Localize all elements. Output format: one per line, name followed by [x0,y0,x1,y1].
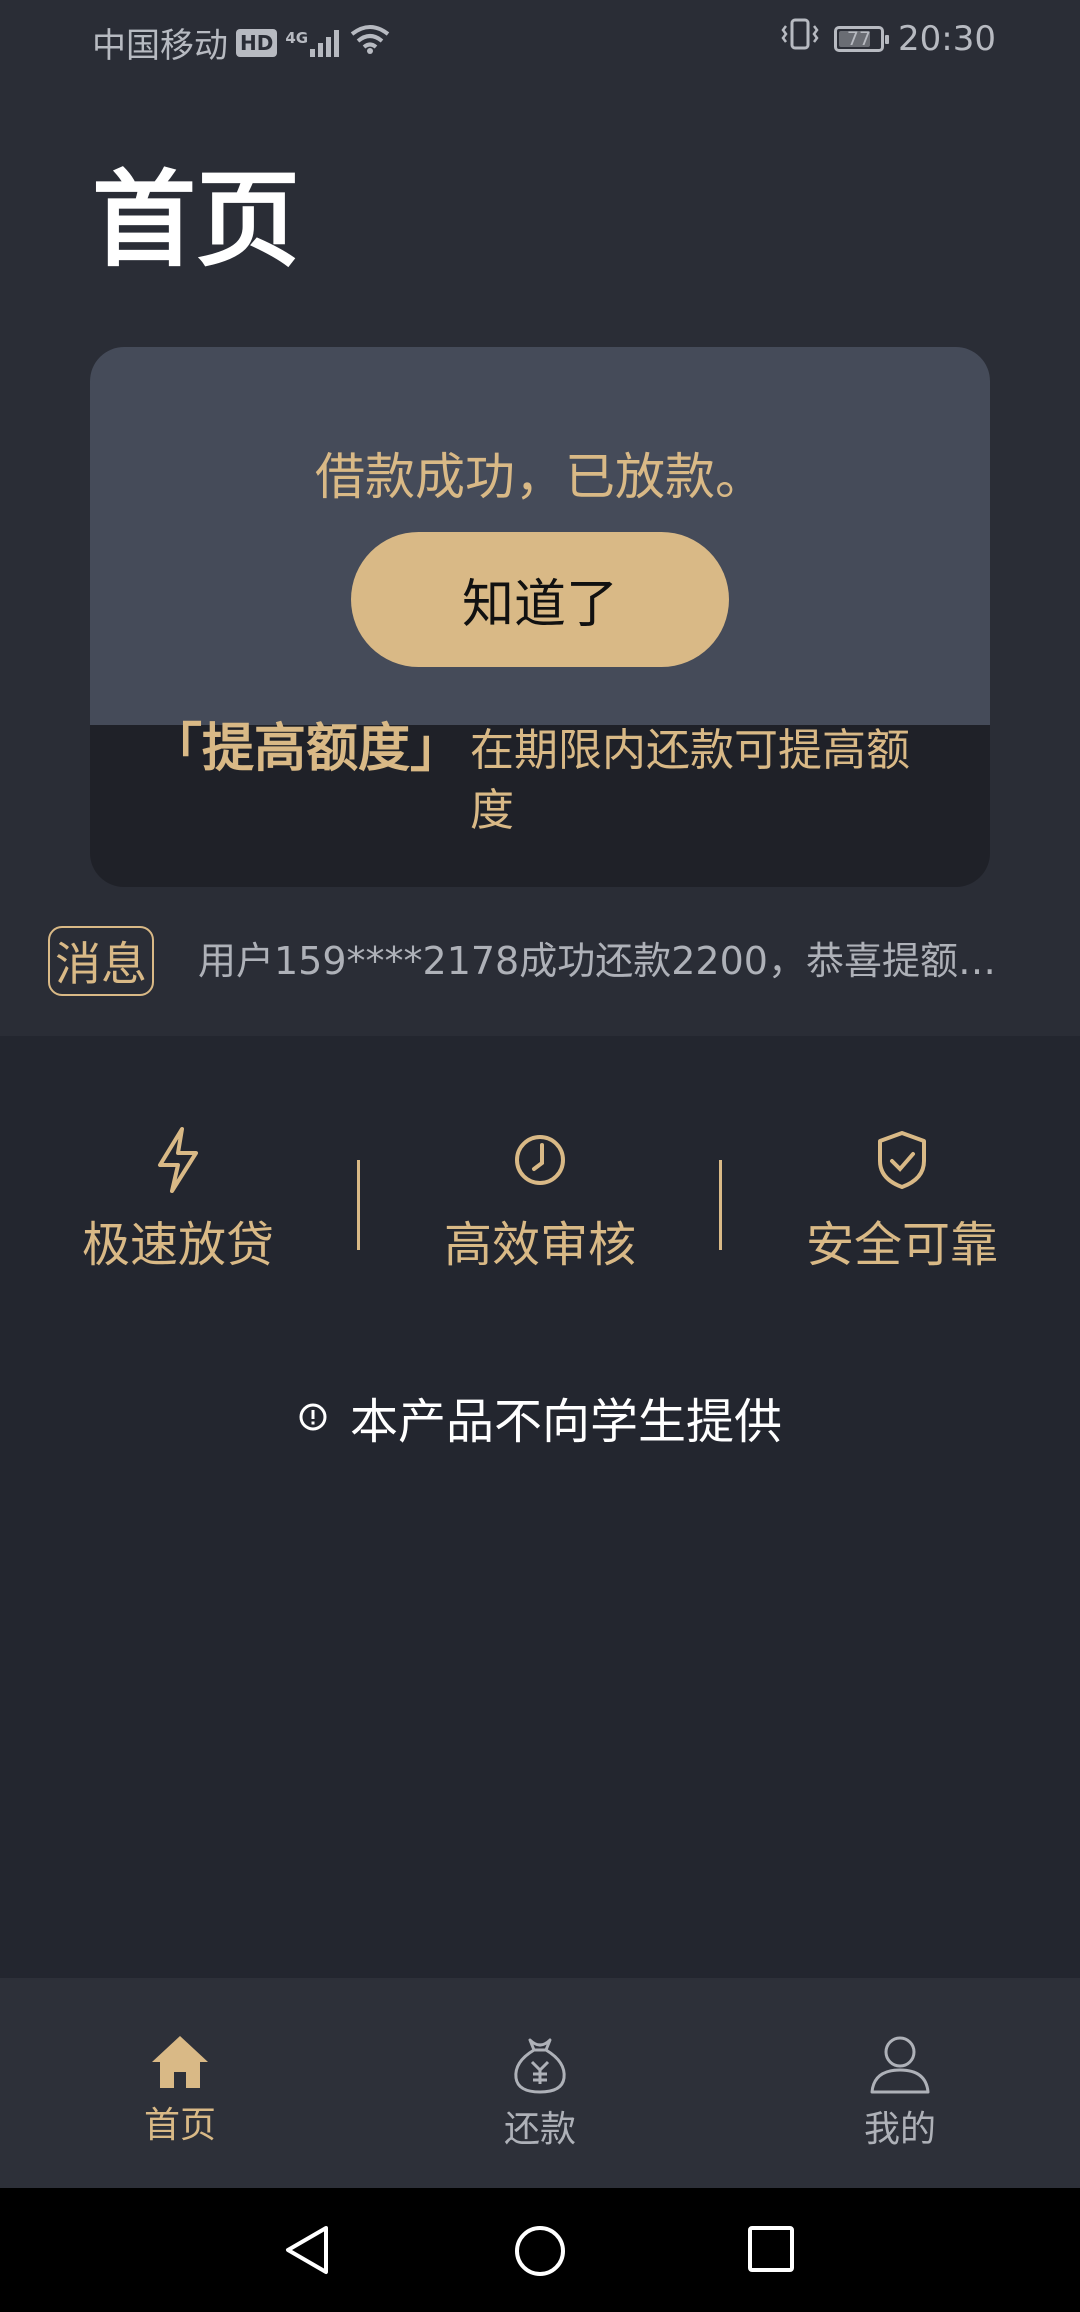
feature-safe-reliable: 安全可靠 [752,1125,1052,1275]
system-nav-bar [0,2188,1080,2312]
info-icon [299,1403,327,1431]
student-notice: 本产品不向学生提供 [0,1382,1080,1452]
battery-percent: 77 [846,27,872,50]
money-bag-icon [514,2038,566,2094]
feature-label: 安全可靠 [805,1217,998,1273]
page-title: 首页 [92,159,301,281]
clock-time: 20:30 [898,18,996,59]
shield-check-icon [878,1131,926,1189]
network-type: 4G [285,28,309,47]
wifi-icon [350,23,390,63]
feature-label: 高效审核 [443,1217,636,1273]
user-icon [870,2036,930,2094]
promo-keyword: 「提高额度」 [150,719,463,779]
nav-item-mine[interactable]: 我的 [790,2032,1010,2152]
feature-label: 极速放贷 [81,1217,274,1273]
bottom-nav: 首页 还款 我的 [0,1978,1080,2188]
nav-label: 我的 [863,2109,936,2150]
feature-divider [357,1160,360,1250]
banner-card: 借款成功，已放款。 知道了 「提高额度」 在期限内还款可提高额度 [90,347,990,887]
promo-description: 在期限内还款可提高额度 [470,725,911,836]
message-marquee[interactable]: 用户159****2178成功还款2200，恭喜提额到50... [198,936,1008,986]
back-icon[interactable] [282,2224,334,2276]
battery-icon: 77 [834,25,890,52]
nav-item-repay[interactable]: 还款 [430,2032,650,2152]
feature-fast-loan: 极速放贷 [28,1125,328,1275]
success-dialog: 借款成功，已放款。 知道了 [90,347,990,725]
vibrate-icon [780,18,820,59]
lightning-icon [158,1127,198,1193]
nav-label: 还款 [503,2109,576,2150]
clock-icon [515,1135,565,1185]
feature-efficient-review: 高效审核 [390,1125,690,1275]
hd-badge: HD [236,28,278,57]
signal-icon: 4G [285,29,342,57]
carrier-name: 中国移动 [92,26,228,66]
carrier-info: 中国移动 HD 4G [92,18,390,67]
recents-icon[interactable] [746,2224,796,2274]
home-circle-icon[interactable] [513,2224,567,2278]
status-right: 77 20:30 [780,18,996,59]
notice-text: 本产品不向学生提供 [349,1394,782,1450]
message-tag: 消息 [48,926,154,996]
feature-divider [719,1160,722,1250]
status-bar: 中国移动 HD 4G 77 20:30 [0,0,1080,80]
success-message: 借款成功，已放款。 [315,448,765,506]
acknowledge-button[interactable]: 知道了 [351,532,729,667]
nav-item-home[interactable]: 首页 [70,2032,290,2148]
nav-label: 首页 [143,2105,216,2146]
home-icon [152,2036,208,2088]
promo-text: 「提高额度」 在期限内还款可提高额度 [150,719,970,841]
